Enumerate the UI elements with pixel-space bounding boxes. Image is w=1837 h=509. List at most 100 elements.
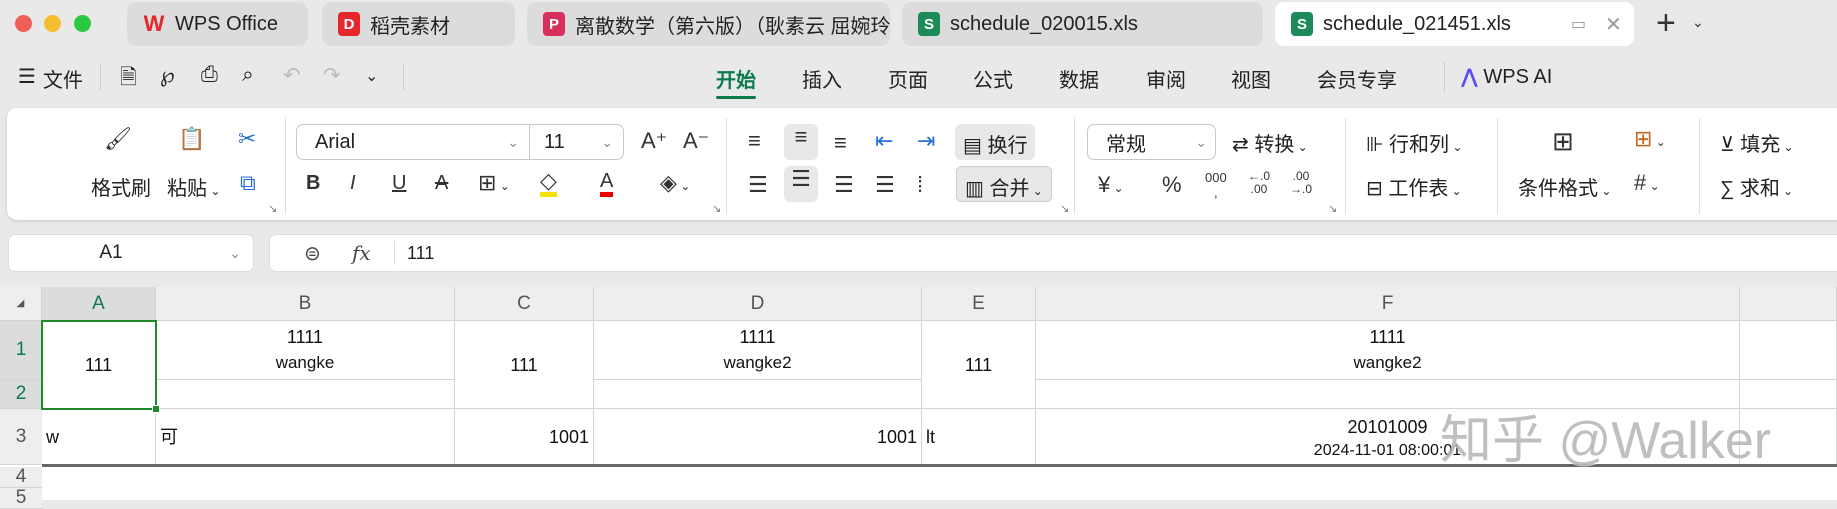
formula-input[interactable]: 111 xyxy=(407,243,434,264)
column-header-a[interactable]: A xyxy=(42,287,156,321)
font-dialog-launcher[interactable]: ↘ xyxy=(712,202,721,215)
percent-icon[interactable]: % xyxy=(1162,172,1182,198)
align-left-icon[interactable]: ☰ xyxy=(748,172,768,198)
menu-tab-member[interactable]: 会员专享 xyxy=(1317,64,1397,93)
align-top-icon[interactable]: ≡ xyxy=(748,128,761,154)
clear-format-icon[interactable]: ◈ ⌄ xyxy=(660,170,690,196)
format-painter-label[interactable]: 格式刷 xyxy=(91,172,151,201)
wps-ai-button[interactable]: ⋀ WPS AI xyxy=(1461,64,1552,89)
menu-tab-page[interactable]: 页面 xyxy=(888,64,928,93)
cell-border-icon[interactable]: # ⌄ xyxy=(1634,170,1660,196)
column-header-c[interactable]: C xyxy=(455,287,594,321)
paste-button[interactable]: 粘贴 ⌄ xyxy=(167,172,220,201)
column-header-g[interactable] xyxy=(1740,287,1837,321)
cell-d2[interactable] xyxy=(594,380,922,409)
menu-tab-formula[interactable]: 公式 xyxy=(973,64,1013,93)
file-menu[interactable]: 文件 xyxy=(43,64,83,93)
column-header-e[interactable]: E xyxy=(922,287,1036,321)
column-header-b[interactable]: B xyxy=(156,287,455,321)
underline-icon[interactable]: U xyxy=(392,172,406,195)
rows-columns-button[interactable]: ⊪ 行和列 ⌄ xyxy=(1366,128,1462,157)
fx-icon[interactable]: fx xyxy=(352,241,371,265)
sum-button[interactable]: ∑ 求和 ⌄ xyxy=(1720,172,1793,201)
font-size-select[interactable]: 11 ⌄ xyxy=(529,124,624,160)
paste-icon[interactable]: 📋 xyxy=(178,126,205,152)
fill-button[interactable]: ⊻ 填充 ⌄ xyxy=(1720,128,1794,157)
menu-tab-data[interactable]: 数据 xyxy=(1059,64,1099,93)
row-header-3[interactable]: 3 xyxy=(0,409,42,465)
decrease-decimal-icon[interactable]: .00 →.0 xyxy=(1290,170,1312,196)
row-header-1[interactable]: 1 xyxy=(0,321,42,380)
tab-schedule-021451[interactable]: Sschedule_021451.xls ▭ ✕ xyxy=(1275,2,1634,46)
close-window-button[interactable] xyxy=(15,15,32,32)
share-icon[interactable]: ℘ xyxy=(160,63,175,88)
cell-g1[interactable] xyxy=(1740,321,1837,380)
save-icon[interactable]: 🗎 xyxy=(120,63,137,98)
decrease-font-icon[interactable]: A⁻ xyxy=(683,128,709,154)
row-header-5[interactable]: 5 xyxy=(0,487,42,509)
cell-style-icon[interactable]: ⊞ ⌄ xyxy=(1634,126,1666,152)
distributed-icon[interactable]: ⁞ xyxy=(917,172,923,198)
cut-icon[interactable]: ✂ xyxy=(238,126,256,152)
menu-tab-home[interactable]: 开始 xyxy=(716,64,756,93)
increase-indent-icon[interactable]: ⇥ xyxy=(917,128,935,154)
menu-hamburger-icon[interactable]: ☰ xyxy=(18,64,36,89)
undo-icon[interactable]: ↶ xyxy=(283,63,301,88)
font-name-select[interactable]: Arial ⌄ xyxy=(296,124,530,160)
cell-b2[interactable] xyxy=(156,380,455,409)
row-header-2[interactable]: 2 xyxy=(0,380,42,409)
fill-color-icon[interactable]: ◇ xyxy=(540,170,557,197)
cell-c1[interactable]: 111 xyxy=(455,321,594,409)
cell-f1[interactable]: 1111 wangke2 xyxy=(1036,321,1740,380)
menu-tab-view[interactable]: 视图 xyxy=(1231,64,1271,93)
close-tab-icon[interactable]: ✕ xyxy=(1605,12,1622,37)
name-box[interactable]: A1 ⌄ xyxy=(8,234,254,272)
tab-schedule-020015[interactable]: Sschedule_020015.xls xyxy=(902,2,1263,46)
zoom-formula-icon[interactable]: ⊜ xyxy=(304,241,321,266)
align-bottom-icon[interactable]: ≡ xyxy=(834,130,847,156)
menu-tab-review[interactable]: 审阅 xyxy=(1146,64,1186,93)
conditional-format-button[interactable]: 条件格式 ⌄ xyxy=(1518,172,1611,201)
fill-handle[interactable] xyxy=(152,405,160,413)
align-middle-icon[interactable]: ≡ xyxy=(784,124,818,160)
strikethrough-icon[interactable]: A xyxy=(435,172,448,195)
minimize-window-button[interactable] xyxy=(44,15,61,32)
row-header-4[interactable]: 4 xyxy=(0,466,42,488)
cell-b1[interactable]: 1111 wangke xyxy=(156,321,455,380)
redo-icon[interactable]: ↷ xyxy=(323,63,341,88)
justify-icon[interactable]: ☰ xyxy=(875,172,895,198)
column-header-d[interactable]: D xyxy=(594,287,922,321)
cell-b3[interactable]: 可 xyxy=(156,409,455,465)
cell-d3[interactable]: 1001 xyxy=(594,409,922,465)
column-header-f[interactable]: F xyxy=(1036,287,1740,321)
wrap-text-button[interactable]: ▤ 换行 xyxy=(955,124,1036,160)
tab-list-chevron-icon[interactable]: ⌄ xyxy=(1692,14,1704,31)
increase-font-icon[interactable]: A⁺ xyxy=(641,128,667,154)
conditional-format-icon[interactable]: ⊞ xyxy=(1552,126,1574,157)
merge-cells-button[interactable]: ▥ 合并 ⌄ xyxy=(956,166,1052,202)
font-color-icon[interactable]: A xyxy=(600,170,614,197)
cell-e1[interactable]: 111 xyxy=(922,321,1036,409)
cell-e3[interactable]: lt xyxy=(922,409,1036,465)
print-icon[interactable]: ⎙ xyxy=(201,63,218,87)
alignment-dialog-launcher[interactable]: ↘ xyxy=(1060,202,1069,215)
select-all-corner[interactable]: ◢ xyxy=(0,287,42,321)
align-center-icon[interactable]: ☰ xyxy=(784,166,818,202)
more-chevron-icon[interactable]: ⌄ xyxy=(365,66,378,86)
thousands-separator-icon[interactable]: 000, xyxy=(1205,170,1227,200)
border-icon[interactable]: ⊞ ⌄ xyxy=(478,170,510,196)
cell-c3[interactable]: 1001 xyxy=(455,409,594,465)
number-format-select[interactable]: 常规 ⌄ xyxy=(1087,124,1216,160)
bold-icon[interactable]: B xyxy=(306,172,320,195)
number-dialog-launcher[interactable]: ↘ xyxy=(1328,202,1337,215)
tab-pdf-document[interactable]: P 离散数学（第六版）（耿素云 屈婉玲 xyxy=(527,2,890,46)
new-tab-button[interactable]: + xyxy=(1656,4,1676,43)
menu-tab-insert[interactable]: 插入 xyxy=(802,64,842,93)
tab-daoke[interactable]: D 稻壳素材 xyxy=(322,2,515,46)
print-preview-icon[interactable]: ⌕ xyxy=(242,63,254,87)
currency-icon[interactable]: ¥ ⌄ xyxy=(1098,172,1124,198)
format-painter-icon[interactable]: 🖌 xyxy=(104,126,132,152)
clipboard-dialog-launcher[interactable]: ↘ xyxy=(268,202,277,215)
increase-decimal-icon[interactable]: ←.0.00 xyxy=(1248,170,1270,196)
align-right-icon[interactable]: ☰ xyxy=(834,172,854,198)
